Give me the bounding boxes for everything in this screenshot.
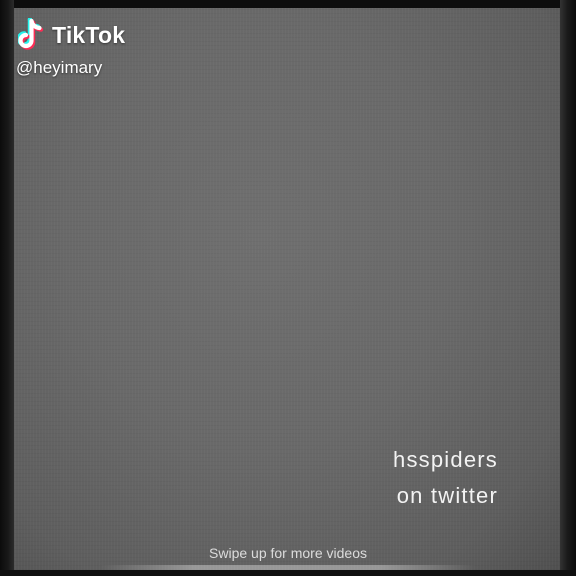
- video-text-overlay: hsspiders on twitter: [393, 442, 498, 514]
- video-player[interactable]: TikTok @heyimary hsspiders on twitter Sw…: [0, 0, 576, 576]
- video-left-border: [0, 0, 14, 576]
- swipe-up-hint[interactable]: Swipe up for more videos: [0, 545, 576, 561]
- tiktok-note-icon: [18, 18, 44, 50]
- overlay-line-2: on twitter: [396, 483, 498, 508]
- swipe-indicator-bar: [100, 565, 476, 570]
- tiktok-wordmark: TikTok: [52, 21, 126, 48]
- video-bottom-border: [0, 570, 576, 576]
- video-right-border: [560, 0, 576, 576]
- overlay-line-1: hsspiders: [393, 447, 498, 472]
- tiktok-watermark: TikTok: [18, 18, 125, 52]
- author-handle[interactable]: @heyimary: [16, 58, 102, 78]
